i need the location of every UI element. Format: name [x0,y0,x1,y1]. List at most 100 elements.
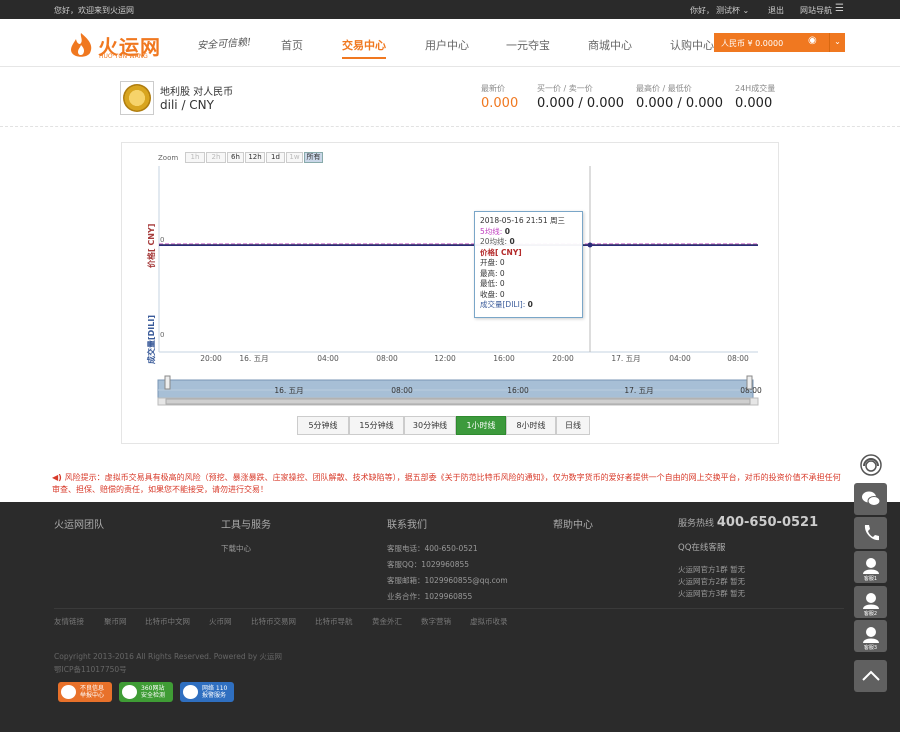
x-tick-label-3: 08:00 [376,354,398,363]
footer-badge-2[interactable]: 网络 110 报警服务 [180,682,234,702]
navigator-handle-left[interactable] [164,375,171,390]
eye-icon[interactable]: ◉ [808,35,817,46]
user-menu[interactable]: 测试杯 ⌄ [716,5,749,16]
footer-contact-phone: 客服电话：400-650-0521 [387,544,478,553]
site-nav-link[interactable]: 网站导航 [800,5,832,16]
navigator-scrollbar-thumb[interactable] [165,398,751,405]
nav-home[interactable]: 首页 [281,37,303,53]
phone-icon [864,525,879,541]
service-1-button[interactable]: 客服1 [854,551,887,583]
footer-contact-email: 客服邮箱：1029960855@qq.com [387,576,508,585]
footer-contact-business: 业务合作：1029960855 [387,592,473,601]
service-1-icon [863,558,879,574]
pair-base: dili [160,98,178,112]
service-2-label: 客服2 [863,611,878,617]
price-chart[interactable]: 20:00 16. 五月 04:00 08:00 12:00 16:00 20:00 17. … [121,142,779,444]
nav-mall[interactable]: 商城中心 [588,37,632,53]
coin-logo [120,81,154,115]
footer-download-link[interactable]: 下载中心 [221,543,251,554]
timeframe-button-4[interactable]: 8小时线 [506,416,556,435]
wechat-icon [862,491,881,506]
nav-one-yuan[interactable]: 一元夺宝 [506,37,550,53]
footer-copyright: Copyright 2013-2016 All Rights Reserved.… [54,652,283,661]
timeframe-button-5[interactable]: 日线 [556,416,590,435]
tooltip-ma20-label: 20均线: [480,237,508,246]
menu-icon[interactable]: ☰ [835,3,844,14]
tooltip-close-label: 收盘: [480,289,498,299]
footer-hotline-number: 400-650-0521 [716,515,819,530]
risk-text: 风险提示：虚拟币交易具有极高的风险（预挖、暴涨暴跌、庄家操控、团队解散、技术缺陷… [52,473,841,494]
footer-icp: 鄂ICP备11017750号 [54,665,127,674]
nav-trade-center[interactable]: 交易中心 [342,37,386,59]
pair-quote: CNY [189,98,214,112]
footer-link-4[interactable]: 比特币交易网 [251,616,296,627]
footer-link-7[interactable]: 数字营销 [421,616,451,627]
pair-name: 地利股 对人民币 [160,87,234,98]
navigator-tick-0: 16. 五月 [274,386,303,395]
footer-badge-1[interactable]: 360网站 安全检测 [119,682,173,702]
footer-qq-service[interactable]: QQ在线客服 [678,541,725,553]
greeting-text: 你好， [690,6,714,15]
chevron-down-icon[interactable]: ⌄ [829,33,845,52]
footer-link-6[interactable]: 黄金外汇 [372,616,402,627]
phone-button[interactable] [854,517,887,549]
hover-point [587,242,593,248]
timeframe-button-3[interactable]: 1小时线 [456,416,506,435]
x-tick-label-4: 12:00 [434,354,456,363]
badge-sub-2: 报警服务 [202,692,227,699]
badge-sub-0: 举报中心 [80,692,105,699]
tooltip-high: 0 [499,268,505,278]
badge-sub-1: 安全检测 [141,692,166,699]
logout-link[interactable]: 退出 [768,5,784,16]
timeframe-button-1[interactable]: 15分钟线 [349,416,404,435]
brand-sub: HUO·YUN·WANG [99,53,148,60]
footer-contact-title: 联系我们 [387,520,427,531]
tooltip-open: 0 [499,258,505,267]
service-3-icon [863,627,879,643]
tooltip-vol-label: 成交量[DILI]: [480,300,526,309]
footer-team-title: 火运网团队 [54,520,104,531]
footer-link-5[interactable]: 比特币导航 [315,616,353,627]
footer-link-2[interactable]: 比特币中文网 [145,616,190,627]
stat-value-last: 0.000 [481,96,519,111]
tooltip-high-label: 最高: [480,268,498,278]
footer-link-3[interactable]: 火币网 [209,616,232,627]
nav-subscribe[interactable]: 认购中心 [670,37,714,53]
stat-value-volume: 0.000 [735,96,773,111]
x-tick-label-6: 20:00 [552,354,574,363]
tooltip-ma5: 0 [504,226,510,236]
badge-title-0: 不良信息 [80,685,105,692]
warning-icon: ◀) [52,473,65,482]
navigator-handle-right[interactable] [746,375,753,390]
stat-label-bidask: 买一价 / 卖一价 [537,84,593,93]
badge-icon-0 [61,685,76,699]
footer-hotline-label: 服务热线 [678,519,715,529]
stat-label-volume: 24H成交量 [735,84,776,93]
footer-badge-0[interactable]: 不良信息 举报中心 [58,682,112,702]
stat-label-last: 最新价 [481,84,505,93]
badge-title-1: 360网站 [141,685,165,692]
footer-link-1[interactable]: 聚币网 [104,616,127,627]
navigator-tick-3: 17. 五月 [624,386,653,395]
timeframe-button-0[interactable]: 5分钟线 [297,416,349,435]
navigator-range[interactable] [157,379,754,399]
back-to-top-button[interactable] [854,660,887,692]
tooltip-open-label: 开盘: [480,258,498,267]
timeframe-button-2[interactable]: 30分钟线 [404,416,456,435]
welcome-text: 您好，欢迎来到火运网 [54,6,134,15]
username[interactable]: 测试杯 [716,6,740,15]
wechat-button[interactable] [854,483,887,515]
footer-link-8[interactable]: 虚拟币收录 [470,616,508,627]
footer-contact-qq: 客服QQ：1029960855 [387,560,470,569]
footer-group-2: 火运网官方2群 暂无 [678,577,746,586]
footer-group-1: 火运网官方1群 暂无 [678,565,746,574]
service-3-button[interactable]: 客服3 [854,620,887,652]
tooltip-date: 2018-05-16 21:51 周三 [480,216,565,225]
service-2-button[interactable]: 客服2 [854,586,887,618]
balance-label: 人民币 ¥ 0.0000 [721,39,784,48]
flame-logo-icon[interactable] [66,31,96,59]
chevron-up-icon [862,670,880,681]
nav-user-center[interactable]: 用户中心 [425,37,469,53]
navigator-tick-2: 16:00 [507,386,529,395]
customer-service-avatar[interactable] [854,449,887,481]
